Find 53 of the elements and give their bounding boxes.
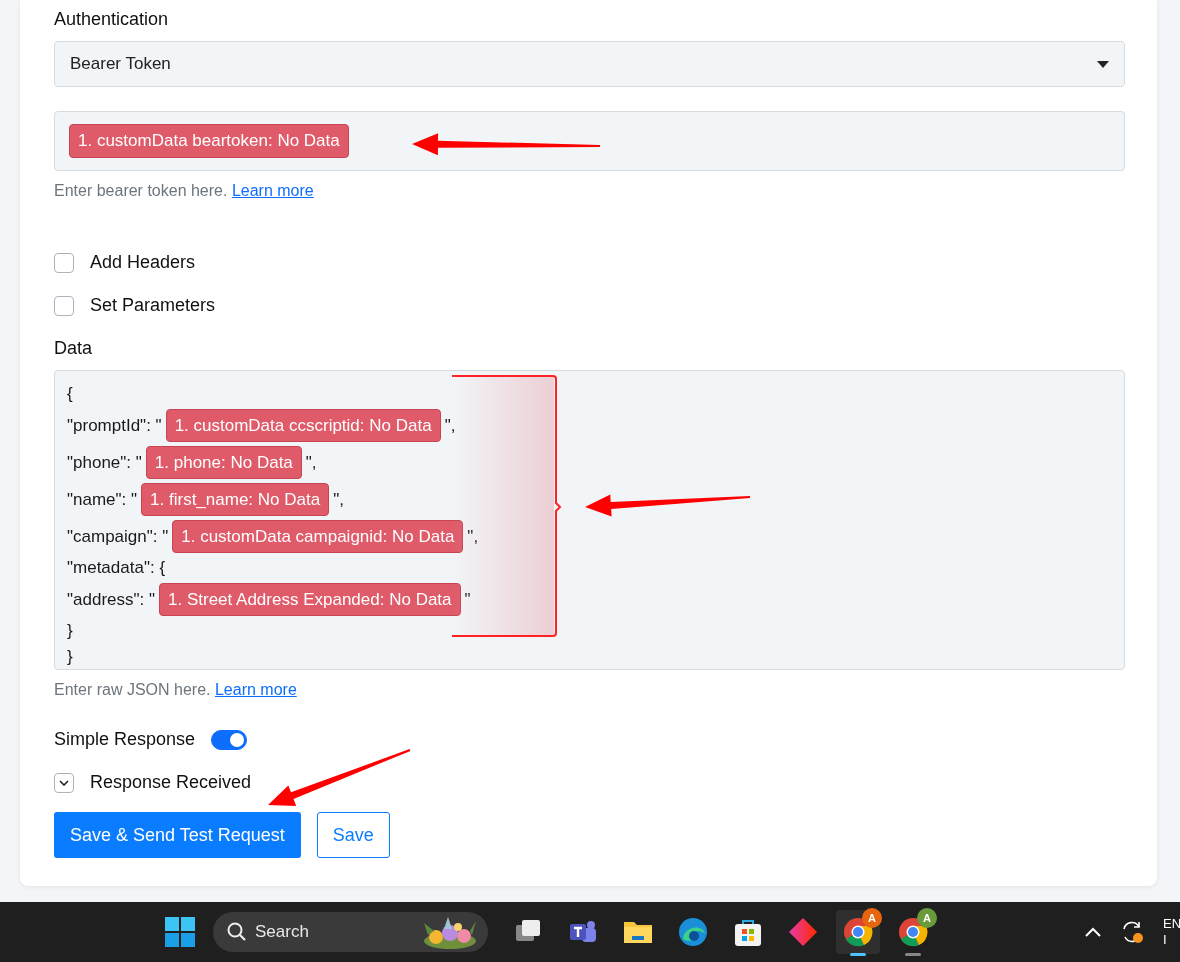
- field-label: Data: [54, 337, 94, 360]
- learn-more-link[interactable]: Learn more: [231, 182, 314, 199]
- code-text: }: [67, 620, 73, 643]
- data-tag: 1. customData beartoken: No Data: [69, 124, 349, 158]
- dropdown-select[interactable]: Bearer Token: [54, 41, 1125, 87]
- json-editor[interactable]: [54, 370, 1125, 670]
- token-field[interactable]: 1. customData beartoken: No Data: [54, 111, 1125, 171]
- taskbar-app[interactable]: A: [836, 910, 880, 954]
- save-button[interactable]: Save: [316, 812, 390, 858]
- toggle-label: Simple Response: [54, 728, 196, 751]
- code-text: "campaign": ": [67, 525, 169, 548]
- send-button[interactable]: Save & Send Test Request: [54, 812, 301, 858]
- code-text: "metadata": {: [67, 557, 166, 580]
- taskbar-app[interactable]: A: [891, 910, 935, 954]
- field-label: Authentication: [54, 8, 170, 31]
- code-text: ",: [333, 488, 344, 511]
- chrome-icon: [897, 916, 929, 948]
- checkbox[interactable]: [54, 295, 74, 316]
- chevron-down-icon: [59, 779, 69, 786]
- code-text: "address": ": [67, 588, 156, 611]
- help-text: Enter raw JSON here. Learn more: [54, 680, 298, 700]
- toggle-switch[interactable]: [211, 729, 248, 750]
- caret-icon: [1097, 60, 1109, 68]
- select-value: Bearer Token: [70, 53, 171, 76]
- code-text: "name": ": [67, 488, 138, 511]
- help-text: Enter bearer token here. Learn more: [54, 181, 315, 201]
- avatar-badge: A: [917, 908, 937, 928]
- search-placeholder: Search: [255, 921, 310, 944]
- learn-more-link[interactable]: Learn more: [214, 681, 297, 698]
- code-text: ",: [444, 414, 456, 437]
- checkbox-label: Add Headers: [90, 251, 196, 274]
- code-text: ",: [305, 451, 317, 474]
- diamond-icon: [787, 916, 819, 948]
- code-text: {: [67, 383, 73, 406]
- checkbox-label: Set Parameters: [90, 294, 216, 317]
- section-label: Response Received: [90, 771, 252, 794]
- data-tag: 1. first_name: No Data: [141, 482, 330, 517]
- data-tag: 1. phone: No Data: [145, 445, 302, 480]
- code-text: "promptId": ": [67, 414, 162, 437]
- checkbox[interactable]: [54, 252, 74, 273]
- data-tag: 1. customData ccscriptid: No Data: [165, 408, 441, 443]
- code-text: ",: [467, 525, 479, 548]
- code-text: "phone": ": [67, 451, 142, 474]
- search-field[interactable]: Search: [213, 912, 488, 952]
- search-icon: [227, 922, 247, 942]
- chevron-up-icon[interactable]: [1085, 927, 1101, 937]
- expand-toggle[interactable]: [54, 772, 74, 793]
- code-text: }: [67, 646, 73, 669]
- chrome-icon: [842, 916, 874, 948]
- code-text: ": [464, 588, 471, 611]
- avatar-badge: A: [862, 908, 882, 928]
- language-indicator[interactable]: EN I: [1163, 915, 1180, 949]
- edge-icon: [677, 916, 709, 948]
